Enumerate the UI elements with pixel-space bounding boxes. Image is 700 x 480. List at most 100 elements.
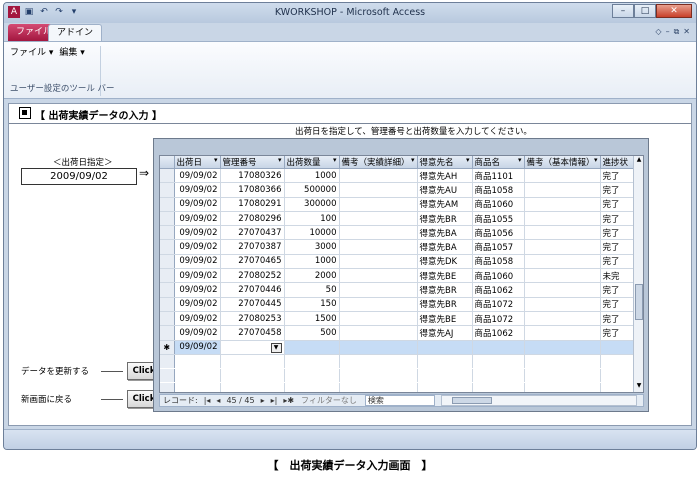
- record-selector[interactable]: [160, 182, 175, 198]
- record-selector[interactable]: [160, 197, 175, 212]
- grid-cell[interactable]: 商品1062: [472, 282, 525, 298]
- grid-cell[interactable]: 09/09/02: [174, 268, 221, 284]
- new-row-code-combo[interactable]: ▼: [220, 340, 285, 355]
- grid-cell[interactable]: 商品1058: [472, 182, 525, 198]
- grid-cell[interactable]: [417, 340, 473, 355]
- grid-cell[interactable]: 09/09/02: [174, 311, 221, 327]
- table-row[interactable]: 09/09/02 17080326 1000 得意先AH 商品1101 完了: [160, 168, 636, 184]
- grid-cell[interactable]: 商品1072: [472, 297, 525, 312]
- grid-cell[interactable]: 09/09/02: [174, 325, 221, 341]
- grid-cell[interactable]: 3000: [284, 239, 340, 255]
- grid-cell[interactable]: 完了: [600, 239, 636, 255]
- new-record-icon[interactable]: ▸✱: [280, 396, 297, 405]
- grid-cell[interactable]: 商品1055: [472, 211, 525, 227]
- grid-cell[interactable]: 09/09/02: [174, 297, 221, 312]
- grid-cell[interactable]: 得意先BE: [417, 311, 473, 327]
- help-icon[interactable]: ◇: [655, 27, 661, 37]
- grid-cell[interactable]: [339, 168, 418, 184]
- record-position[interactable]: 45 / 45: [223, 396, 257, 405]
- grid-cell[interactable]: 完了: [600, 197, 636, 212]
- grid-cell[interactable]: 完了: [600, 282, 636, 298]
- grid-cell[interactable]: [524, 225, 601, 241]
- grid-cell[interactable]: 得意先AU: [417, 182, 473, 198]
- first-record-icon[interactable]: |◂: [201, 396, 214, 405]
- next-record-icon[interactable]: ▸: [258, 396, 268, 405]
- grid-cell[interactable]: 09/09/02: [174, 197, 221, 212]
- record-selector[interactable]: [160, 225, 175, 241]
- grid-cell[interactable]: 得意先BR: [417, 211, 473, 227]
- grid-cell[interactable]: [472, 340, 525, 355]
- record-selector[interactable]: [160, 325, 175, 341]
- filter-indicator[interactable]: フィルターなし: [297, 395, 361, 406]
- grid-cell[interactable]: [339, 297, 418, 312]
- col-header[interactable]: 出荷数量 ▾: [284, 156, 340, 169]
- grid-cell[interactable]: 商品1060: [472, 197, 525, 212]
- grid-cell[interactable]: 商品1057: [472, 239, 525, 255]
- record-selector[interactable]: [160, 211, 175, 227]
- grid-cell[interactable]: 得意先BR: [417, 297, 473, 312]
- grid-cell[interactable]: 商品1062: [472, 325, 525, 341]
- new-row-date[interactable]: 09/09/02: [174, 340, 221, 355]
- grid-cell[interactable]: [339, 282, 418, 298]
- grid-cell[interactable]: 得意先BA: [417, 239, 473, 255]
- grid-cell[interactable]: 27070437: [220, 225, 285, 241]
- grid-cell[interactable]: 09/09/02: [174, 254, 221, 270]
- grid-cell[interactable]: 商品1101: [472, 168, 525, 184]
- col-header[interactable]: 備考（実績詳細） ▾: [339, 156, 418, 169]
- grid-cell[interactable]: 完了: [600, 311, 636, 327]
- grid-cell[interactable]: [339, 254, 418, 270]
- grid-cell[interactable]: [339, 340, 418, 355]
- grid-cell[interactable]: [339, 225, 418, 241]
- hscroll-thumb[interactable]: [451, 397, 492, 404]
- grid-cell[interactable]: 完了: [600, 325, 636, 341]
- grid-cell[interactable]: 1500: [284, 311, 340, 327]
- grid-cell[interactable]: 商品1072: [472, 311, 525, 327]
- grid-cell[interactable]: 1000: [284, 254, 340, 270]
- grid-cell[interactable]: 商品1060: [472, 268, 525, 284]
- grid-cell[interactable]: [524, 311, 601, 327]
- last-record-icon[interactable]: ▸|: [268, 396, 281, 405]
- scroll-down-icon[interactable]: ▼: [634, 382, 643, 392]
- grid-cell[interactable]: [284, 340, 340, 355]
- grid-cell[interactable]: 27080253: [220, 311, 285, 327]
- close-button[interactable]: ✕: [656, 4, 692, 18]
- grid-cell[interactable]: [524, 168, 601, 184]
- maximize-button[interactable]: □: [634, 4, 656, 18]
- col-header[interactable]: 進捗状: [600, 156, 636, 169]
- record-selector[interactable]: [160, 254, 175, 270]
- table-row[interactable]: 09/09/02 27080252 2000 得意先BE 商品1060 未完: [160, 268, 636, 284]
- grid-cell[interactable]: 27070446: [220, 282, 285, 298]
- col-header[interactable]: 管理番号 ▾: [220, 156, 285, 169]
- new-record-row[interactable]: ✱ 09/09/02 ▼: [160, 340, 636, 355]
- grid-cell[interactable]: 得意先BE: [417, 268, 473, 284]
- table-row[interactable]: 09/09/02 27070458 500 得意先AJ 商品1062 完了: [160, 325, 636, 341]
- grid-cell[interactable]: [524, 239, 601, 255]
- col-header[interactable]: 備考（基本情報） ▾: [524, 156, 601, 169]
- grid-cell[interactable]: 得意先AJ: [417, 325, 473, 341]
- grid-cell[interactable]: 09/09/02: [174, 239, 221, 255]
- grid-cell[interactable]: 完了: [600, 254, 636, 270]
- doc-close-icon[interactable]: ✕: [683, 27, 690, 37]
- horizontal-scrollbar[interactable]: [440, 395, 637, 406]
- table-row[interactable]: 09/09/02 27080296 100 得意先BR 商品1055 完了: [160, 211, 636, 227]
- grid-cell[interactable]: 得意先DK: [417, 254, 473, 270]
- grid-cell[interactable]: 500000: [284, 182, 340, 198]
- grid-cell[interactable]: 27070465: [220, 254, 285, 270]
- grid-cell[interactable]: 商品1056: [472, 225, 525, 241]
- scroll-up-icon[interactable]: ▲: [634, 156, 643, 166]
- grid-cell[interactable]: 2000: [284, 268, 340, 284]
- col-header[interactable]: 商品名 ▾: [472, 156, 525, 169]
- grid-cell[interactable]: [339, 325, 418, 341]
- record-selector[interactable]: [160, 168, 175, 184]
- grid-cell[interactable]: 完了: [600, 225, 636, 241]
- grid-cell[interactable]: 150: [284, 297, 340, 312]
- grid-cell[interactable]: [600, 340, 636, 355]
- grid-cell[interactable]: 27070387: [220, 239, 285, 255]
- table-row[interactable]: 09/09/02 17080366 500000 得意先AU 商品1058 完了: [160, 182, 636, 198]
- grid-cell[interactable]: 27080252: [220, 268, 285, 284]
- grid-cell[interactable]: 完了: [600, 297, 636, 312]
- grid-cell[interactable]: [339, 211, 418, 227]
- record-selector[interactable]: [160, 268, 175, 284]
- grid-cell[interactable]: 1000: [284, 168, 340, 184]
- grid-cell[interactable]: 27070458: [220, 325, 285, 341]
